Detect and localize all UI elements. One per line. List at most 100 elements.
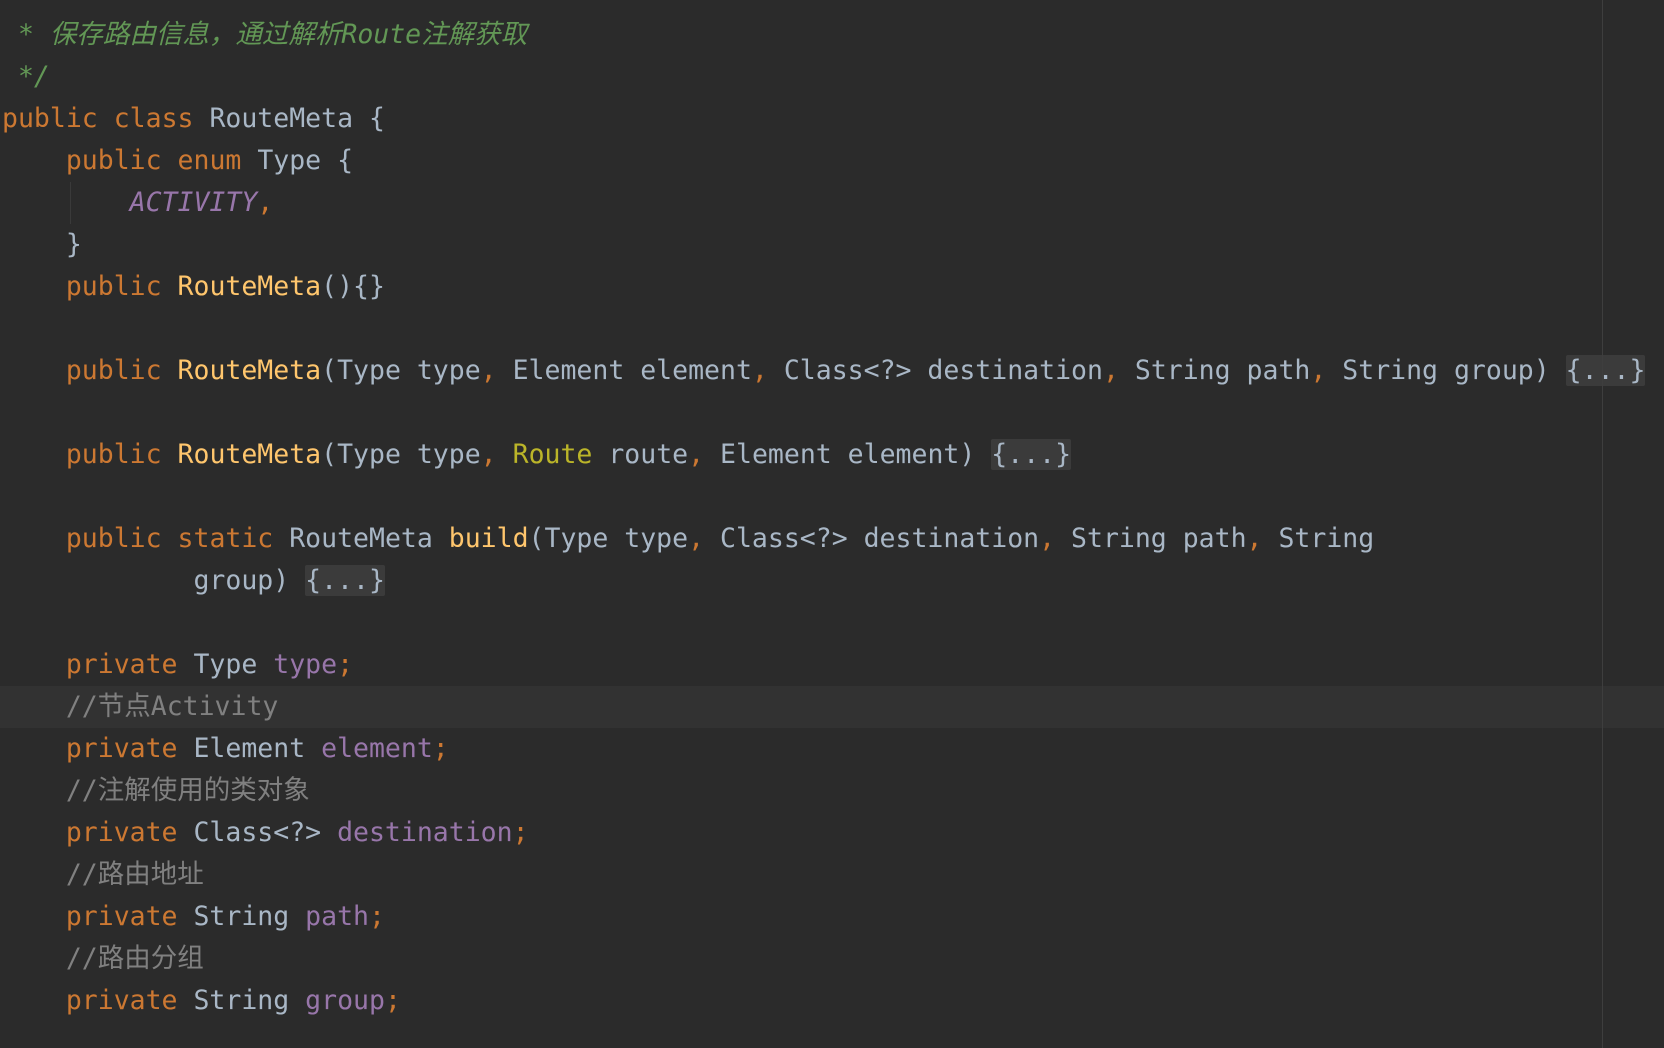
code-line[interactable]: */ xyxy=(0,56,1664,98)
code-line[interactable]: group) {...} xyxy=(0,560,1664,602)
code-line[interactable]: * 保存路由信息，通过解析Route注解获取 xyxy=(0,14,1664,56)
punctuation: , xyxy=(1102,355,1119,386)
keyword-token: private xyxy=(65,985,178,1016)
punctuation: , xyxy=(688,439,705,470)
code-line[interactable]: //注解使用的类对象 xyxy=(0,770,1664,812)
code-text: Type xyxy=(177,649,274,680)
code-line[interactable]: } xyxy=(0,224,1664,266)
right-margin-guide xyxy=(1602,0,1603,1048)
code-text: String xyxy=(177,901,306,932)
code-text: Element element) xyxy=(704,439,992,470)
code-line[interactable] xyxy=(0,476,1664,518)
code-text: Class<?> xyxy=(177,817,338,848)
code-line[interactable]: //路由地址 xyxy=(0,854,1664,896)
punctuation: ; xyxy=(368,901,385,932)
code-text: route xyxy=(592,439,689,470)
punctuation: ; xyxy=(432,733,449,764)
code-editor[interactable]: * 保存路由信息，通过解析Route注解获取 */ public class Ro… xyxy=(0,0,1664,1048)
punctuation: , xyxy=(480,439,497,470)
code-text: Element element xyxy=(496,355,752,386)
method-name: RouteMeta xyxy=(177,271,322,302)
code-line[interactable]: public RouteMeta(Type type, Route route,… xyxy=(0,434,1664,476)
keyword-token: public xyxy=(65,523,162,554)
keyword-token: static xyxy=(177,523,274,554)
code-text: String group) xyxy=(1326,355,1566,386)
code-line[interactable]: public RouteMeta(Type type, Element elem… xyxy=(0,350,1664,392)
folded-code-block[interactable]: {...} xyxy=(1565,355,1646,386)
field-name: destination xyxy=(337,817,513,848)
field-name: element xyxy=(321,733,433,764)
keyword-token: public xyxy=(65,271,162,302)
doc-comment: * 保存路由信息，通过解析Route注解获取 xyxy=(2,19,528,50)
code-text: Type { xyxy=(241,145,354,176)
folded-code-block[interactable]: {...} xyxy=(991,439,1072,470)
punctuation: , xyxy=(257,187,274,218)
code-text: String xyxy=(1262,523,1375,554)
keyword-token: private xyxy=(65,649,178,680)
code-text: String xyxy=(177,985,306,1016)
line-comment: //注解使用的类对象 xyxy=(65,775,310,806)
code-text: (Type type xyxy=(321,439,481,470)
keyword-token: public xyxy=(65,355,162,386)
code-line[interactable]: //路由分组 xyxy=(0,938,1664,980)
code-line[interactable]: public enum Type { xyxy=(0,140,1664,182)
code-line[interactable]: private Type type; xyxy=(0,644,1664,686)
punctuation: ; xyxy=(337,649,354,680)
code-line[interactable]: public class RouteMeta { xyxy=(0,98,1664,140)
code-text: String path xyxy=(1055,523,1247,554)
code-line[interactable]: public RouteMeta(){} xyxy=(0,266,1664,308)
doc-comment: */ xyxy=(2,61,50,92)
keyword-token: public xyxy=(65,145,162,176)
code-line[interactable]: private String group; xyxy=(0,980,1664,1022)
code-line-current[interactable]: //节点Activity xyxy=(0,686,1664,728)
folded-code-block[interactable]: {...} xyxy=(305,565,385,596)
method-name: RouteMeta xyxy=(177,355,322,386)
code-line[interactable]: private Element element; xyxy=(0,728,1664,770)
punctuation: , xyxy=(480,355,497,386)
code-text: String path xyxy=(1118,355,1311,386)
code-line[interactable]: private String path; xyxy=(0,896,1664,938)
code-text: } xyxy=(2,229,82,260)
code-text: (Type type xyxy=(528,523,689,554)
code-line[interactable]: private Class<?> destination; xyxy=(0,812,1664,854)
annotation-type-name: Route xyxy=(512,439,593,470)
enum-constant: ACTIVITY xyxy=(129,187,258,218)
code-line[interactable]: ACTIVITY, xyxy=(0,182,1664,224)
code-line[interactable] xyxy=(0,602,1664,644)
punctuation: , xyxy=(751,355,768,386)
code-lines[interactable]: * 保存路由信息，通过解析Route注解获取 */ public class Ro… xyxy=(0,14,1664,1022)
keyword-token: public xyxy=(2,103,98,134)
code-line[interactable] xyxy=(0,392,1664,434)
code-text: Element xyxy=(177,733,322,764)
keyword-token: private xyxy=(65,901,178,932)
punctuation: , xyxy=(1246,523,1263,554)
keyword-token: public xyxy=(65,439,162,470)
punctuation: , xyxy=(1039,523,1056,554)
code-text: Class<?> destination xyxy=(704,523,1040,554)
code-line[interactable]: public static RouteMeta build(Type type,… xyxy=(0,518,1664,560)
code-line[interactable] xyxy=(0,308,1664,350)
code-text: Class<?> destination xyxy=(767,355,1103,386)
line-comment: //路由分组 xyxy=(65,943,204,974)
method-name: build xyxy=(448,523,529,554)
punctuation: , xyxy=(1310,355,1327,386)
indent-guide xyxy=(70,182,71,224)
